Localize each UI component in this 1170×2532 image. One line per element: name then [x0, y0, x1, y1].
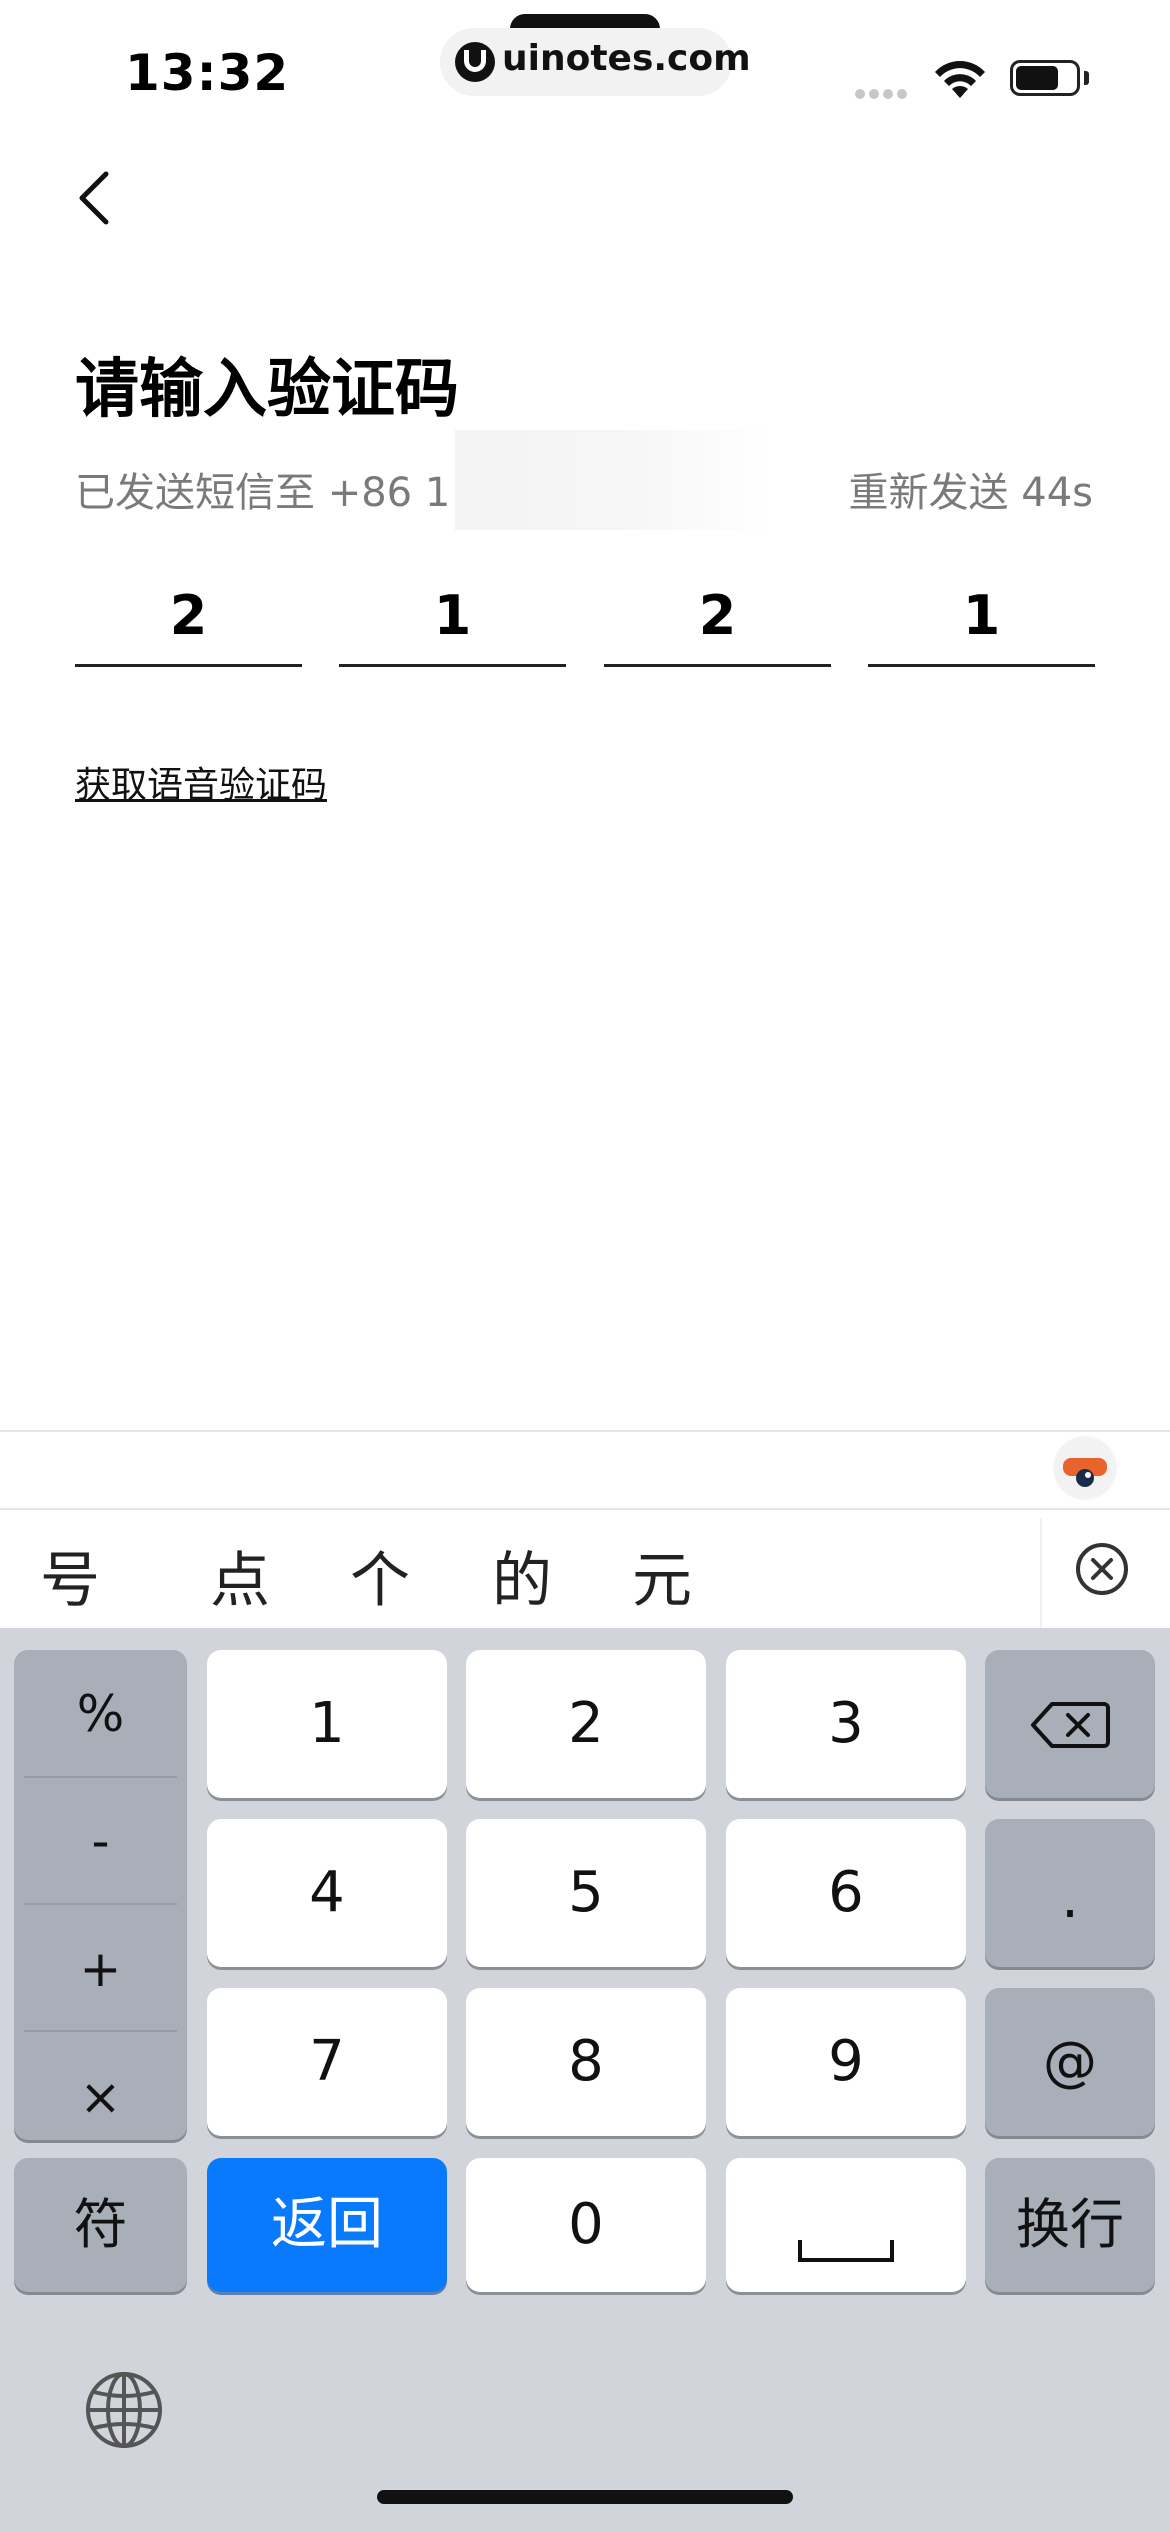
cellular-signal-icon: [855, 84, 911, 103]
sms-sent-text: 已发送短信至 +86 1: [75, 470, 451, 516]
globe-icon[interactable]: [84, 2370, 164, 2450]
key-8[interactable]: 8: [466, 1988, 706, 2136]
url-text: uinotes.com: [502, 38, 751, 79]
key-2[interactable]: 2: [466, 1650, 706, 1798]
divider: [24, 1903, 177, 1905]
keyboard-mascot-icon[interactable]: [1053, 1436, 1117, 1500]
key-4[interactable]: 4: [207, 1819, 447, 1967]
key-dot[interactable]: .: [985, 1819, 1155, 1967]
voice-code-link[interactable]: 获取语音验证码: [75, 756, 327, 808]
symbols-key[interactable]: 符: [14, 2158, 187, 2292]
close-candidates-icon[interactable]: [1075, 1542, 1129, 1596]
key-percent[interactable]: %: [14, 1685, 187, 1743]
masked-phone-number: [455, 430, 775, 530]
battery-tip: [1084, 71, 1089, 85]
key-minus[interactable]: -: [14, 1812, 187, 1870]
space-key[interactable]: [726, 2158, 966, 2292]
status-time: 13:32: [125, 44, 290, 102]
key-1[interactable]: 1: [207, 1650, 447, 1798]
key-0[interactable]: 0: [466, 2158, 706, 2292]
candidate-item[interactable]: 点: [210, 1532, 270, 1619]
newline-key[interactable]: 换行: [985, 2158, 1155, 2292]
backspace-icon: [1031, 1702, 1110, 1748]
candidate-bar: [0, 1508, 1170, 1630]
code-digit-2[interactable]: 1: [339, 568, 566, 667]
key-7[interactable]: 7: [207, 1988, 447, 2136]
keyboard-toolbar: [0, 1430, 1170, 1510]
divider: [24, 2030, 177, 2032]
code-digit-4[interactable]: 1: [868, 568, 1095, 667]
key-9[interactable]: 9: [726, 1988, 966, 2136]
candidate-item[interactable]: 元: [632, 1532, 692, 1619]
key-6[interactable]: 6: [726, 1819, 966, 1967]
return-key[interactable]: 返回: [207, 2158, 447, 2292]
battery-level: [1016, 66, 1058, 90]
resend-countdown: 重新发送 44s: [848, 470, 1093, 516]
code-digit-1[interactable]: 2: [75, 568, 302, 667]
key-3[interactable]: 3: [726, 1650, 966, 1798]
code-digit-3[interactable]: 2: [604, 568, 831, 667]
page-title: 请输入验证码: [75, 353, 459, 427]
space-bar-icon: [798, 2240, 894, 2262]
wifi-icon: [935, 61, 985, 98]
uinotes-logo-mark: [464, 50, 486, 72]
back-arrow-icon[interactable]: [68, 168, 128, 228]
candidate-item[interactable]: 的: [492, 1532, 552, 1619]
candidate-item[interactable]: 个: [350, 1532, 410, 1619]
key-times[interactable]: ×: [14, 2068, 187, 2126]
home-indicator: [377, 2490, 793, 2504]
key-at[interactable]: @: [985, 1988, 1155, 2136]
key-plus[interactable]: +: [14, 1940, 187, 1998]
divider: [24, 1776, 177, 1778]
key-5[interactable]: 5: [466, 1819, 706, 1967]
candidate-item[interactable]: 号: [40, 1532, 100, 1619]
delete-key[interactable]: [985, 1650, 1155, 1798]
